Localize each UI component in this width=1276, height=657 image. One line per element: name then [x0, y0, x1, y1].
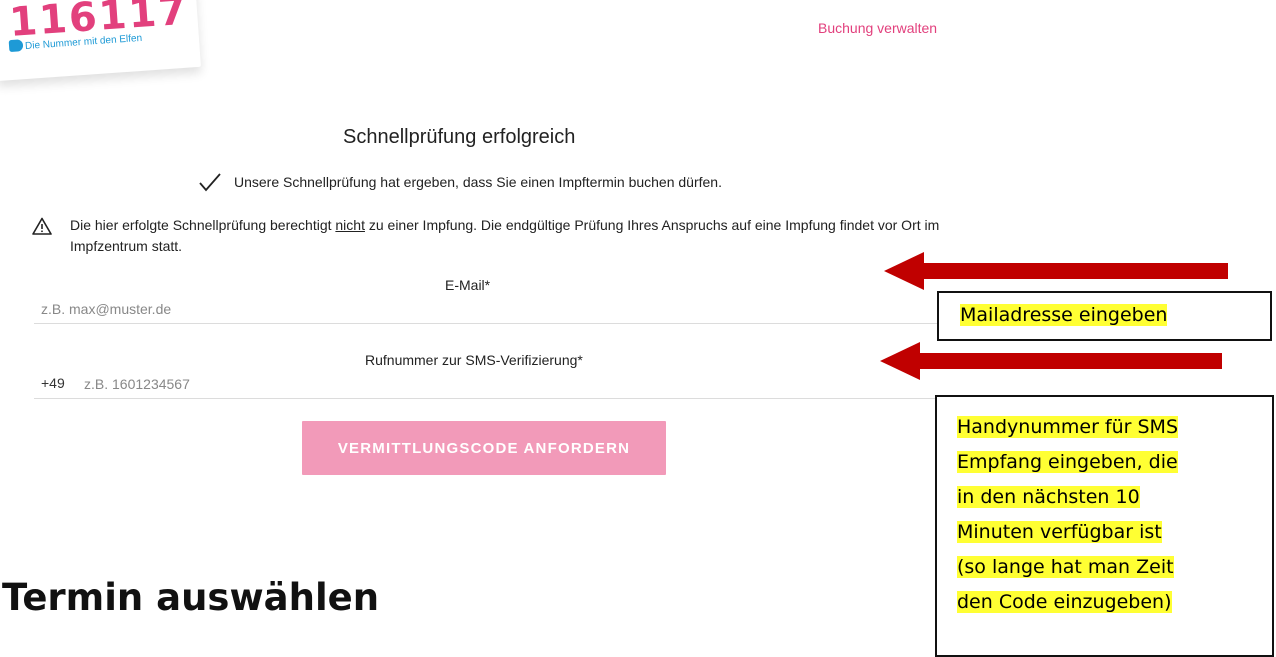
quick-check-success: Unsere Schnellprüfung hat ergeben, dass …: [198, 172, 722, 192]
phone-callout-line: den Code einzugeben): [957, 591, 1172, 613]
email-input[interactable]: [34, 295, 941, 324]
phone-callout: Handynummer für SMS Empfang eingeben, di…: [935, 395, 1274, 657]
phone-callout-line: (so lange hat man Zeit: [957, 556, 1174, 578]
phone-input[interactable]: [34, 370, 984, 399]
email-label: E-Mail*: [445, 277, 491, 293]
warning-emphasis: nicht: [335, 217, 365, 233]
quick-check-title: Schnellprüfung erfolgreich: [343, 126, 576, 148]
phone-callout-line: Empfang eingeben, die: [957, 451, 1178, 473]
phone-annotation-arrow: [880, 342, 1222, 380]
checkmark-icon: [199, 173, 221, 192]
email-callout: Mailadresse eingeben: [937, 291, 1272, 341]
phone-label: Rufnummer zur SMS-Verifizierung*: [365, 352, 583, 368]
request-code-button[interactable]: VERMITTLUNGSCODE ANFORDERN: [302, 421, 666, 475]
phone-callout-line: in den nächsten 10: [957, 486, 1140, 508]
email-callout-text: Mailadresse eingeben: [960, 304, 1168, 326]
logo-speech-bubble-icon: [8, 39, 24, 53]
site-logo[interactable]: 116117 Die Nummer mit den Elfen: [0, 0, 201, 82]
phone-callout-line: Handynummer für SMS: [957, 416, 1179, 438]
warning-message: Die hier erfolgte Schnellprüfung berecht…: [70, 217, 940, 254]
email-annotation-arrow: [884, 252, 1228, 290]
select-appointment-heading: Termin auswählen: [2, 576, 380, 619]
success-message: Unsere Schnellprüfung hat ergeben, dass …: [234, 174, 722, 190]
warning-triangle-icon: [32, 217, 52, 235]
manage-booking-link[interactable]: Buchung verwalten: [818, 20, 937, 36]
eligibility-warning: Die hier erfolgte Schnellprüfung berecht…: [32, 215, 950, 257]
phone-callout-line: Minuten verfügbar ist: [957, 521, 1162, 543]
